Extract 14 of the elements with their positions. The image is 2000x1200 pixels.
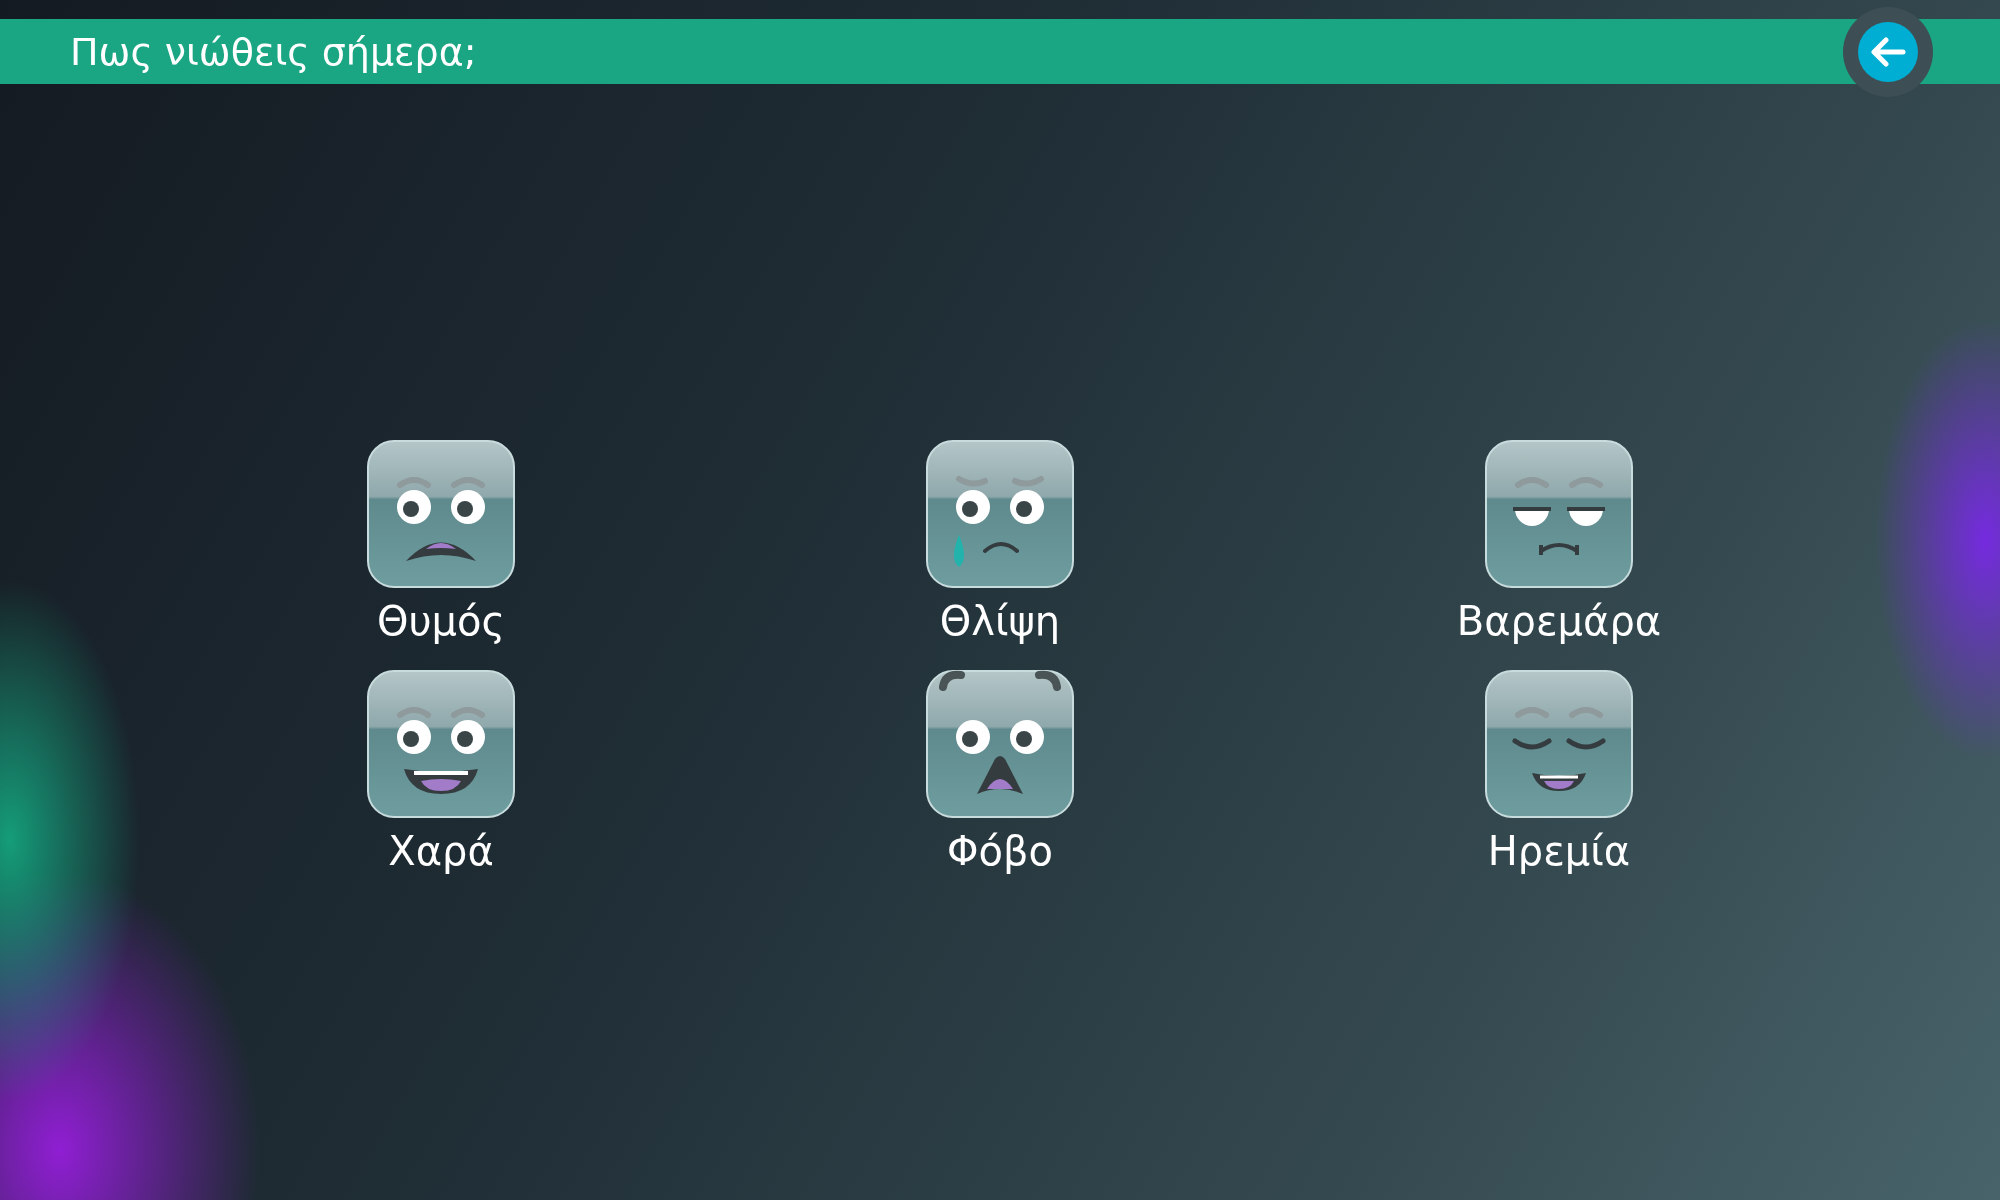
page-title: Πως νιώθεις σήμερα; <box>70 29 477 74</box>
mood-button[interactable]: Χαρά <box>161 669 721 875</box>
face-icon <box>366 669 516 819</box>
face-icon <box>925 439 1075 589</box>
face-icon <box>1484 439 1634 589</box>
mood-button[interactable]: Θλίψη <box>720 439 1280 645</box>
face-icon <box>925 669 1075 819</box>
mood-button[interactable]: Ηρεμία <box>1279 669 1839 875</box>
mood-button[interactable]: Φόβο <box>720 669 1280 875</box>
face-icon <box>366 439 516 589</box>
back-arrow-icon <box>1870 36 1906 67</box>
mood-button[interactable]: Θυμός <box>161 439 721 645</box>
mood-button[interactable]: Βαρεμάρα <box>1279 439 1839 645</box>
face-icon <box>1484 669 1634 819</box>
